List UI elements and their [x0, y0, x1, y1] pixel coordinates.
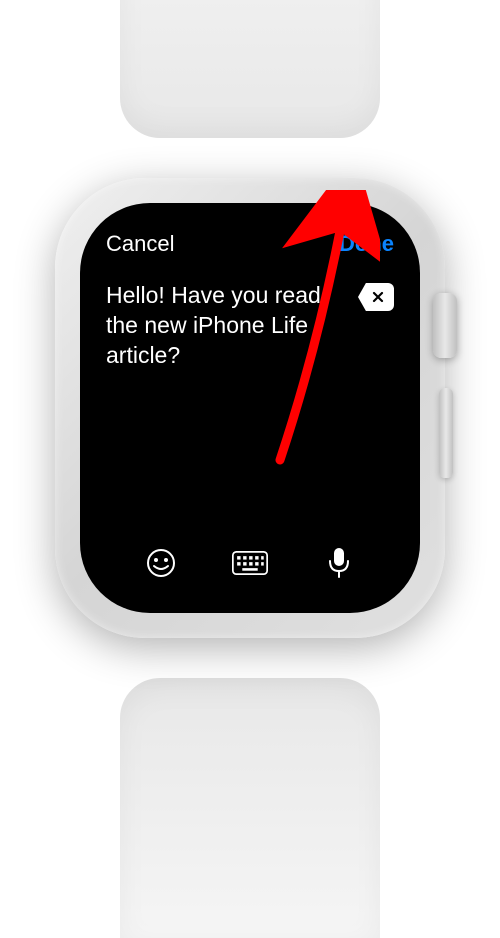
- side-button[interactable]: [439, 388, 453, 478]
- message-compose-area: Hello! Have you read the new iPhone Life…: [106, 281, 394, 545]
- watch-case: Cancel Done Hello! Have you read the new…: [55, 178, 445, 638]
- watch-device: Cancel Done Hello! Have you read the new…: [30, 128, 470, 688]
- digital-crown[interactable]: [433, 293, 457, 358]
- watch-band-bottom: [120, 678, 380, 938]
- cancel-button[interactable]: Cancel: [106, 231, 174, 257]
- backspace-icon: [371, 290, 385, 304]
- keyboard-button[interactable]: [232, 545, 268, 581]
- watch-band-top: [120, 0, 380, 138]
- backspace-button[interactable]: [358, 283, 394, 311]
- navigation-bar: Cancel Done: [106, 231, 394, 257]
- dictation-button[interactable]: [321, 545, 357, 581]
- emoji-button[interactable]: [143, 545, 179, 581]
- input-method-bar: [106, 545, 394, 589]
- emoji-icon: [146, 548, 176, 578]
- microphone-icon: [328, 547, 350, 579]
- watch-screen: Cancel Done Hello! Have you read the new…: [80, 203, 420, 613]
- message-text[interactable]: Hello! Have you read the new iPhone Life…: [106, 281, 348, 371]
- keyboard-icon: [232, 549, 268, 577]
- done-button[interactable]: Done: [339, 231, 394, 257]
